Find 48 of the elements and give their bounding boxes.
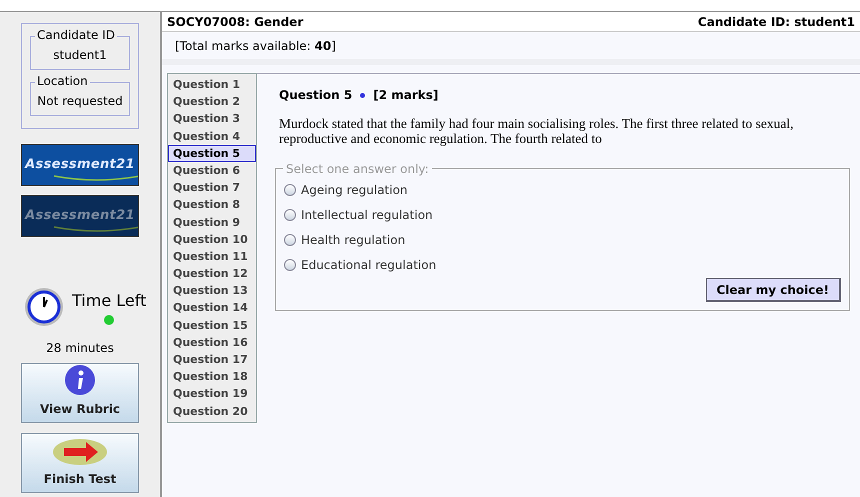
radio-button[interactable] <box>284 209 296 221</box>
clock-icon <box>24 287 64 327</box>
logo-text: Assessment21 <box>25 156 135 174</box>
question-tab[interactable]: Question 1 <box>168 76 256 94</box>
options-legend: Select one answer only: <box>283 161 432 177</box>
question-tab[interactable]: Question 10 <box>168 230 256 248</box>
finish-test-button[interactable]: Finish Test <box>21 433 139 493</box>
question-tab[interactable]: Question 3 <box>168 110 256 128</box>
question-tab[interactable]: Question 12 <box>168 265 256 282</box>
question-tab[interactable]: Question 17 <box>168 351 256 368</box>
question-tab[interactable]: Question 13 <box>168 282 256 300</box>
question-tab[interactable]: Question 20 <box>168 402 256 420</box>
question-tab[interactable]: Question 4 <box>168 128 256 145</box>
question-tab[interactable]: Question 2 <box>168 93 256 110</box>
candidate-id-header: Candidate ID: student1 <box>698 14 855 30</box>
question-marks: [2 marks] <box>373 87 438 104</box>
exam-title: SOCY07008: Gender <box>167 14 304 30</box>
question-tab[interactable]: Question 6 <box>168 162 256 180</box>
view-rubric-button[interactable]: View Rubric <box>21 363 139 423</box>
question-tab[interactable]: Question 11 <box>168 248 256 266</box>
question-tab[interactable]: Question 15 <box>168 316 256 334</box>
question-tab[interactable]: Question 9 <box>168 214 256 231</box>
radio-button[interactable] <box>284 184 296 196</box>
question-tab[interactable]: Question 18 <box>168 368 256 386</box>
question-tab[interactable]: Question 14 <box>168 299 256 317</box>
time-remaining: 28 minutes <box>45 340 115 357</box>
logo-text: Assessment21 <box>25 207 135 226</box>
logo-swoosh-icon <box>52 174 138 182</box>
question-tab[interactable]: Question 5 <box>168 144 256 162</box>
info-icon <box>64 364 96 396</box>
candidate-id-value: student1 <box>52 47 108 64</box>
logo-swoosh-icon <box>52 225 138 233</box>
radio-button[interactable] <box>284 234 296 246</box>
question-tab[interactable]: Question 19 <box>168 385 256 403</box>
clear-choice-button[interactable]: Clear my choice! <box>706 278 841 302</box>
total-marks: [Total marks available: 40] <box>175 38 336 54</box>
question-tab[interactable]: Question 8 <box>168 196 256 214</box>
radio-button[interactable] <box>284 259 296 271</box>
question-tab[interactable]: Question 16 <box>168 334 256 351</box>
time-left-label: Time Left <box>72 290 146 312</box>
option-label: Educational regulation <box>301 257 436 274</box>
option-label: Intellectual regulation <box>301 207 433 224</box>
location-value: Not requested <box>36 93 124 110</box>
question-tab[interactable]: Question 7 <box>168 179 256 196</box>
question-title: Question 5 <box>279 87 352 104</box>
option-label: Health regulation <box>301 232 406 249</box>
question-text: Murdock stated that the family had four main socialising roles. The first three related to sexual, reproductive and economic regulation. The fourth related to <box>279 116 794 146</box>
option-label: Ageing regulation <box>301 182 408 199</box>
